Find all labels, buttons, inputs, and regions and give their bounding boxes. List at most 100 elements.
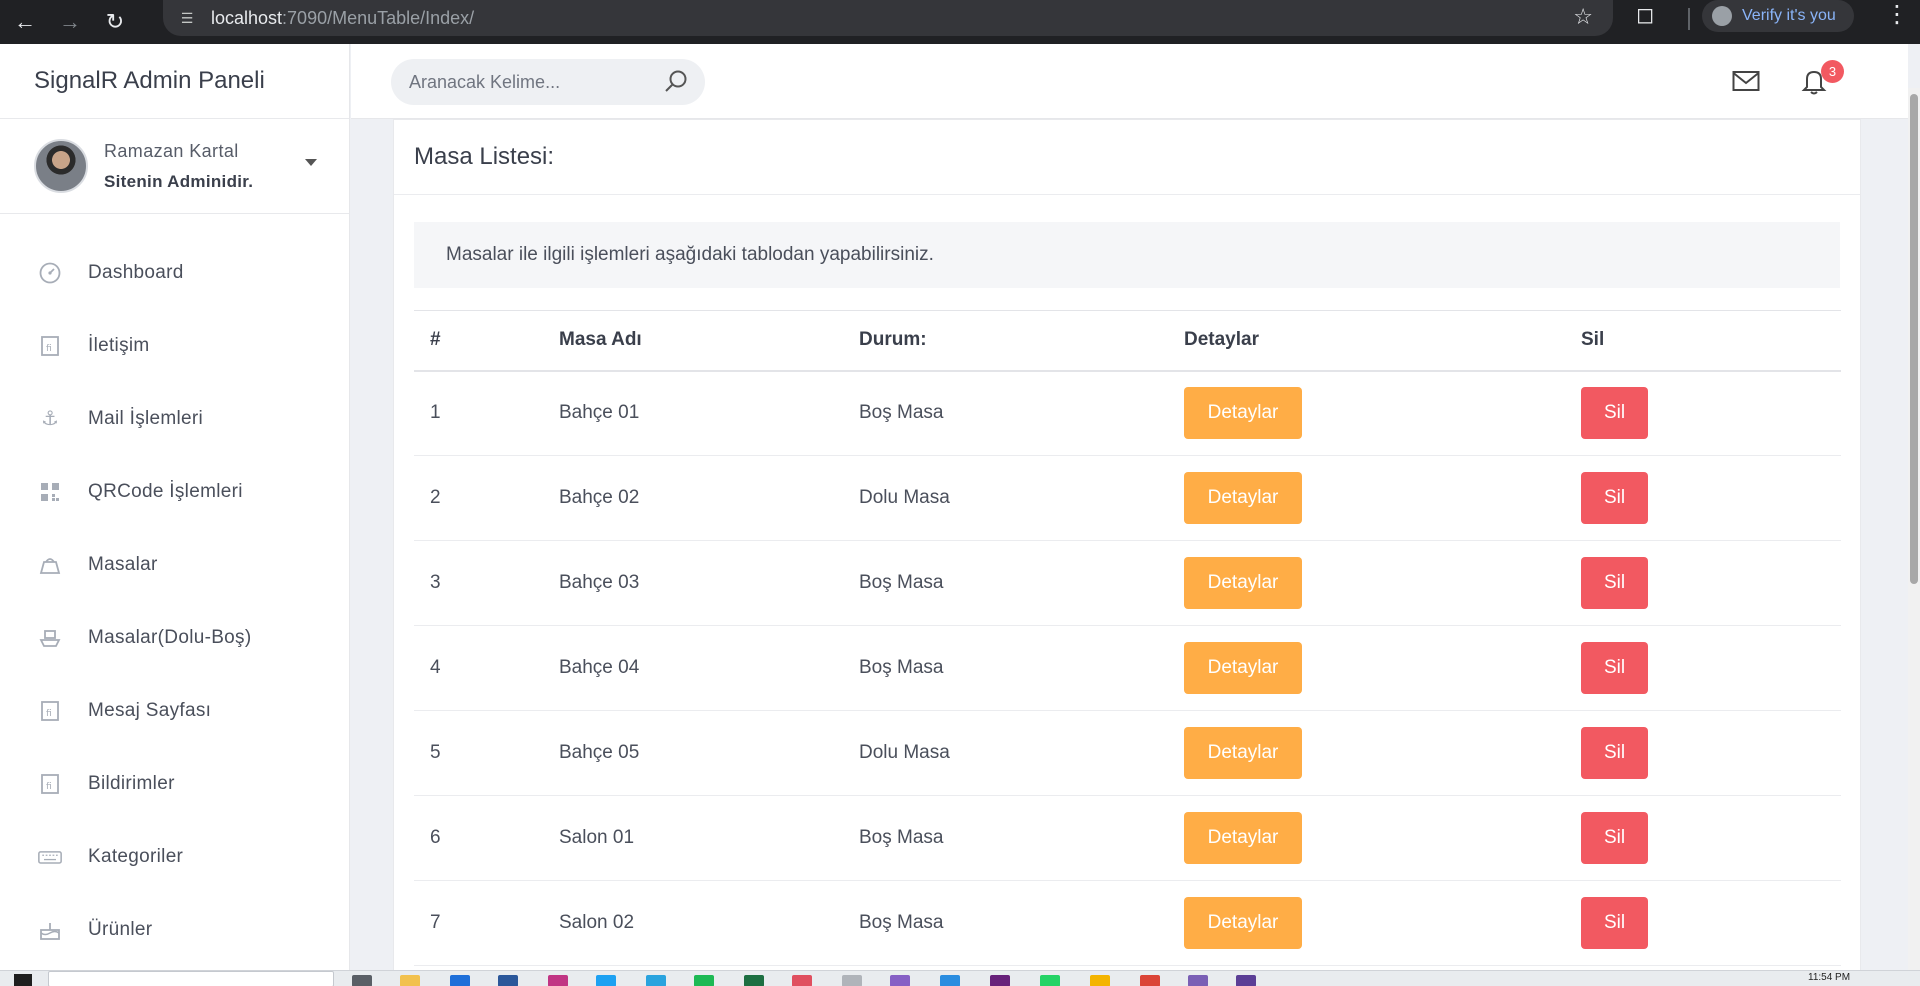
scrollbar-thumb[interactable] [1910,94,1918,584]
details-button[interactable]: Detaylar [1184,557,1302,609]
chrome-icon[interactable] [1140,975,1160,986]
taskbar-clock[interactable]: 11:54 PM [1808,972,1850,983]
windows-start-icon[interactable] [14,974,32,986]
instagram-icon[interactable] [548,975,568,986]
telegram-icon[interactable] [646,975,666,986]
sidebar-item-kategoriler[interactable]: Kategoriler [0,820,349,893]
spotify-icon[interactable] [694,975,714,986]
store-icon[interactable] [450,975,470,986]
cell-id: 5 [430,742,441,763]
svg-text:fi: fi [46,709,52,719]
table-row: 5 Bahçe 05 Dolu Masa Detaylar Sil [414,711,1841,796]
sidebar-item-label: Masalar [88,553,158,575]
browser-toolbar: ← → ↻ ☰ localhost:7090/MenuTable/Index/ … [0,0,1920,44]
details-button[interactable]: Detaylar [1184,642,1302,694]
table-row: 4 Bahçe 04 Boş Masa Detaylar Sil [414,626,1841,711]
sidebar-item-iletisim[interactable]: fi İletişim [0,309,349,382]
page-title: Masa Listesi: [394,120,1860,195]
top-header: 3 [351,44,1908,119]
verify-label: Verify it's you [1742,7,1836,24]
word-icon[interactable] [498,975,518,986]
extensions-icon[interactable]: ◻ [1636,2,1654,28]
sidebar-item-label: Mail İşlemleri [88,407,204,429]
details-button[interactable]: Detaylar [1184,897,1302,949]
sidebar-item-dashboard[interactable]: Dashboard [0,236,349,309]
search-input[interactable] [409,71,659,93]
folder-icon[interactable] [1090,975,1110,986]
cell-name: Bahçe 01 [559,402,640,424]
cake-icon [38,918,62,942]
table-row: 1 Bahçe 01 Boş Masa Detaylar Sil [414,371,1841,456]
delete-button[interactable]: Sil [1581,812,1648,864]
cell-status: Boş Masa [859,402,944,424]
os-taskbar: 11:54 PM [0,970,1920,986]
sidebar-item-label: Bildirimler [88,772,175,794]
notepad-icon[interactable] [842,975,862,986]
visual-studio-icon[interactable] [890,975,910,986]
sidebar-item-urunler[interactable]: Ürünler [0,893,349,966]
task-view-icon[interactable] [352,975,372,986]
document-icon: fi [38,334,62,358]
forward-arrow-icon[interactable]: → [50,2,90,42]
mail-icon[interactable] [1732,70,1760,92]
cell-name: Salon 02 [559,912,635,933]
app-icon[interactable] [1188,975,1208,986]
cell-id: 3 [430,572,441,593]
svg-text:fi: fi [46,344,52,354]
sidebar-item-mail[interactable]: ⚓ Mail İşlemleri [0,382,349,455]
cell-delete: Sil [1581,456,1841,541]
caret-down-icon[interactable] [305,159,317,166]
ship-icon [38,626,62,650]
verify-profile-button[interactable]: Verify it's you [1702,0,1854,32]
delete-button[interactable]: Sil [1581,727,1648,779]
cell-id: 7 [430,912,441,933]
column-header-index: # [430,329,441,351]
delete-button[interactable]: Sil [1581,387,1648,440]
bookmark-star-icon[interactable]: ☆ [1573,4,1593,30]
profile-avatar-icon [1712,6,1732,26]
address-bar[interactable]: ☰ localhost:7090/MenuTable/Index/ ☆ [163,0,1613,36]
avatar [34,139,88,193]
app-icon[interactable] [1236,975,1256,986]
details-button[interactable]: Detaylar [1184,472,1302,524]
cell-delete: Sil [1581,881,1841,966]
delete-button[interactable]: Sil [1581,897,1648,949]
cell-details: Detaylar [1184,371,1581,456]
delete-button[interactable]: Sil [1581,557,1648,609]
whatsapp-icon[interactable] [1040,975,1060,986]
search-icon[interactable] [663,69,689,95]
delete-button[interactable]: Sil [1581,642,1648,694]
column-header-status: Durum: [859,329,927,351]
cell-name: Bahçe 02 [559,487,640,508]
twitter-icon[interactable] [596,975,616,986]
opera-icon[interactable] [792,975,812,986]
column-header-delete: Sil [1581,329,1605,351]
sidebar-item-masalar[interactable]: Masalar [0,528,349,601]
sidebar-item-qrcode[interactable]: QRCode İşlemleri [0,455,349,528]
browser-menu-icon[interactable]: ⋮ [1882,0,1912,29]
delete-button[interactable]: Sil [1581,472,1648,524]
cell-details: Detaylar [1184,541,1581,626]
site-info-icon[interactable]: ☰ [173,4,201,32]
page-scrollbar[interactable] [1908,88,1920,970]
brand-title[interactable]: SignalR Admin Paneli [0,44,349,119]
reload-icon[interactable]: ↻ [95,2,135,42]
cell-delete: Sil [1581,626,1841,711]
file-explorer-icon[interactable] [400,975,420,986]
excel-icon[interactable] [744,975,764,986]
taskbar-search-input[interactable] [48,971,334,986]
sidebar-item-label: Kategoriler [88,845,184,867]
info-alert: Masalar ile ilgili işlemleri aşağıdaki t… [414,222,1840,288]
details-button[interactable]: Detaylar [1184,812,1302,864]
visual-studio-2-icon[interactable] [990,975,1010,986]
url-text[interactable]: localhost:7090/MenuTable/Index/ [211,8,474,29]
sidebar-item-masalar-dolu-bos[interactable]: Masalar(Dolu-Boş) [0,601,349,674]
main-card: Masa Listesi: Masalar ile ilgili işlemle… [393,119,1861,979]
sidebar-item-mesaj[interactable]: fi Mesaj Sayfası [0,674,349,747]
details-button[interactable]: Detaylar [1184,727,1302,779]
back-arrow-icon[interactable]: ← [5,2,45,42]
details-button[interactable]: Detaylar [1184,387,1302,440]
user-panel[interactable]: Ramazan Kartal Sitenin Adminidir. [0,119,349,214]
sidebar-item-bildirimler[interactable]: fi Bildirimler [0,747,349,820]
vscode-icon[interactable] [940,975,960,986]
